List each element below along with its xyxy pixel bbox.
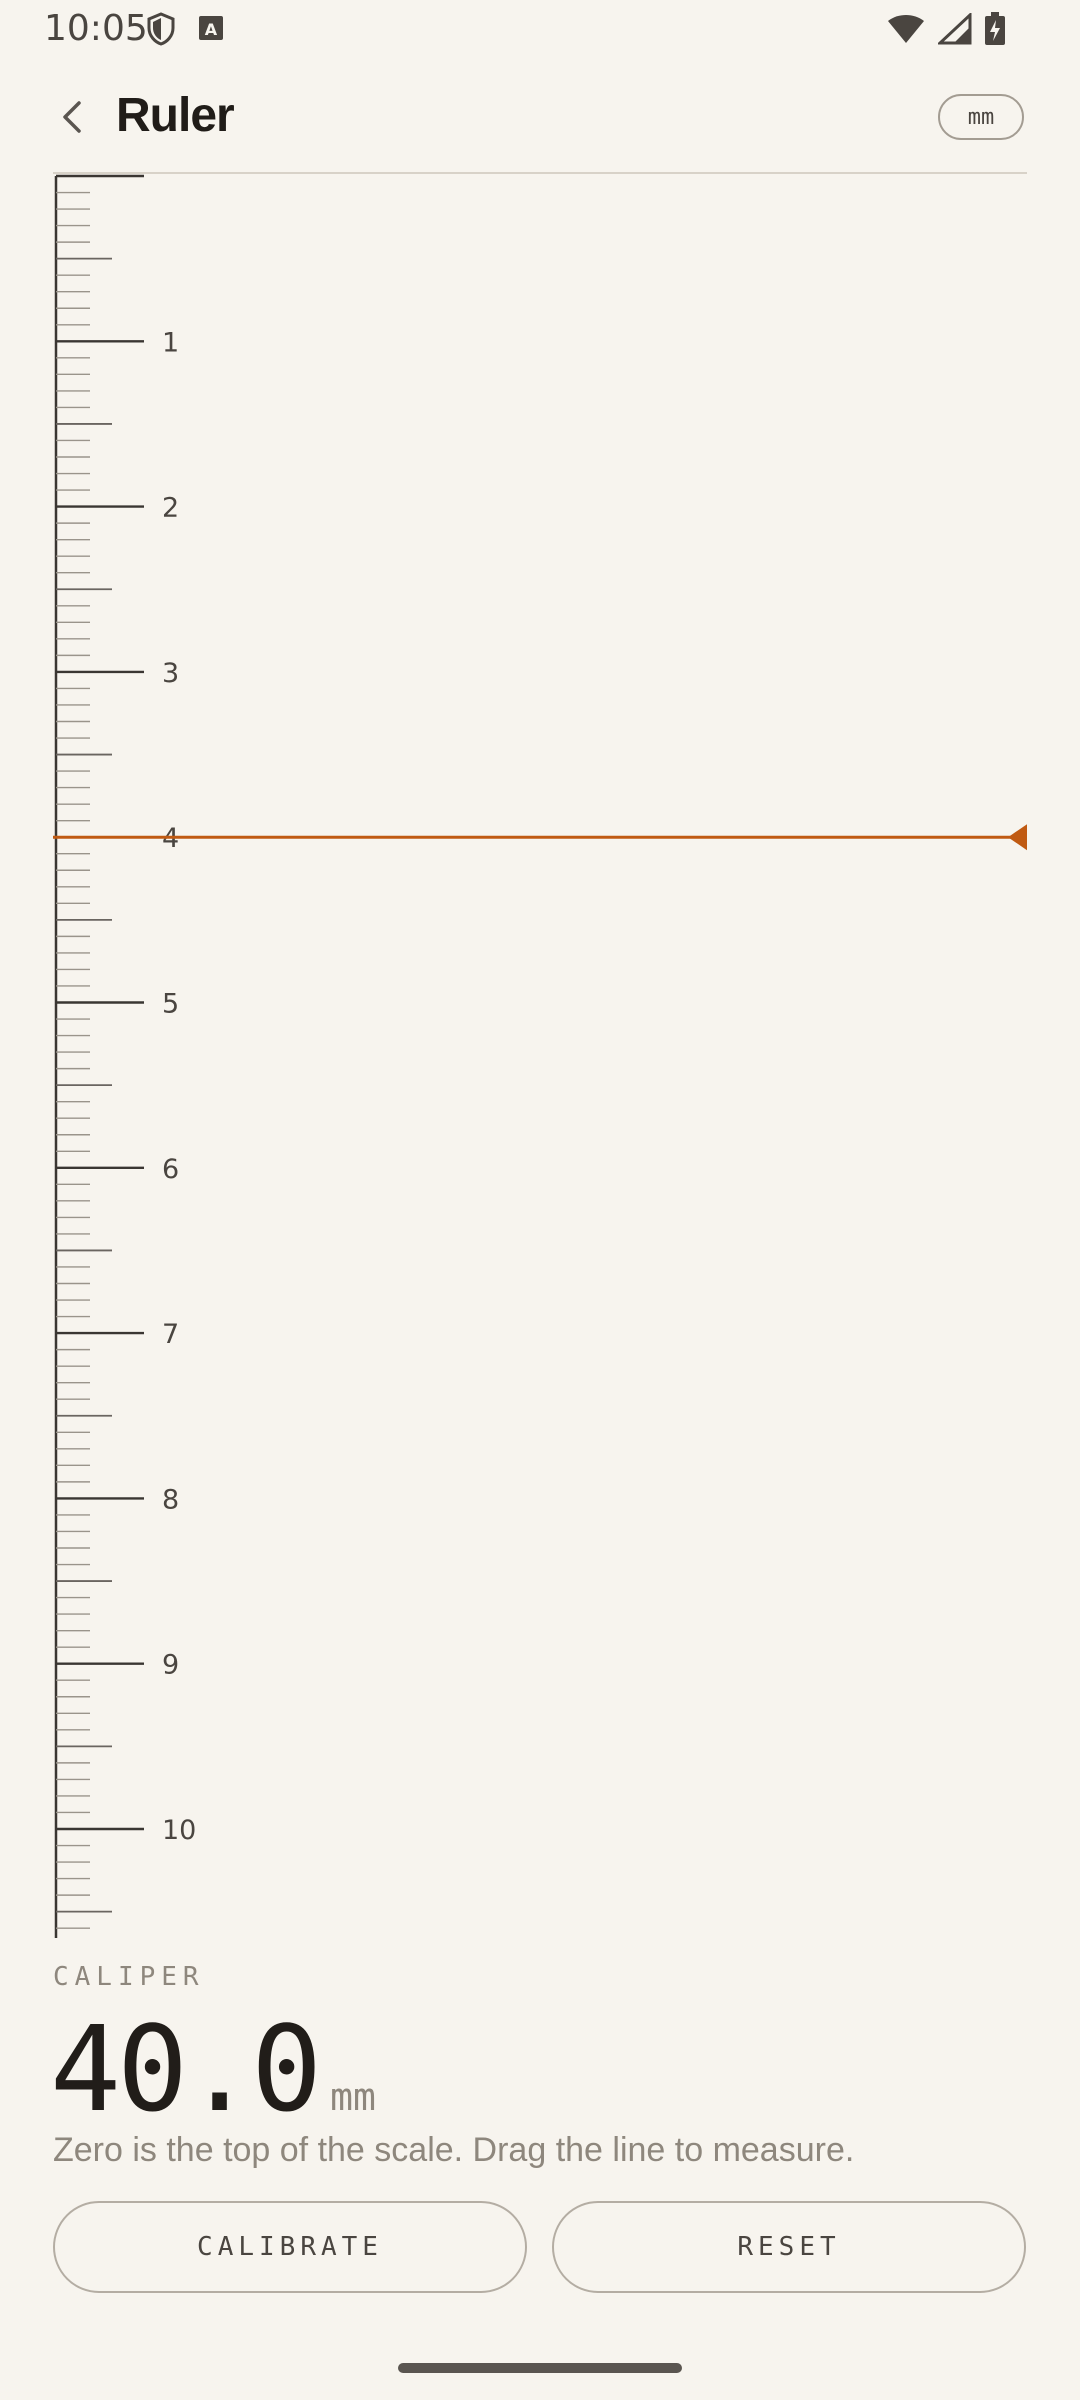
caliper-label: CALIPER bbox=[53, 1962, 205, 1992]
caliper-unit: mm bbox=[330, 2075, 376, 2119]
drag-handle-triangle-icon[interactable] bbox=[1008, 824, 1027, 851]
ruler-label: 3 bbox=[162, 658, 179, 689]
reset-button[interactable]: RESET bbox=[552, 2201, 1026, 2293]
ruler-label: 9 bbox=[162, 1650, 179, 1681]
calibrate-button[interactable]: CALIBRATE bbox=[53, 2201, 527, 2293]
ruler-label: 2 bbox=[162, 493, 179, 524]
ruler-label: 1 bbox=[162, 327, 179, 358]
ruler-label: 8 bbox=[162, 1484, 179, 1515]
caliper-value: 40.0 bbox=[50, 2000, 322, 2138]
home-indicator[interactable] bbox=[398, 2363, 682, 2373]
ruler-label: 7 bbox=[162, 1319, 179, 1350]
caliper-reading: 40.0 mm bbox=[50, 2000, 376, 2138]
ruler-label: 10 bbox=[162, 1815, 196, 1846]
ruler-label: 6 bbox=[162, 1154, 179, 1185]
ruler-scale[interactable]: 12345678910 bbox=[0, 0, 1080, 1950]
hint-text: Zero is the top of the scale. Drag the l… bbox=[53, 2131, 855, 2169]
ruler-label: 5 bbox=[162, 989, 179, 1020]
